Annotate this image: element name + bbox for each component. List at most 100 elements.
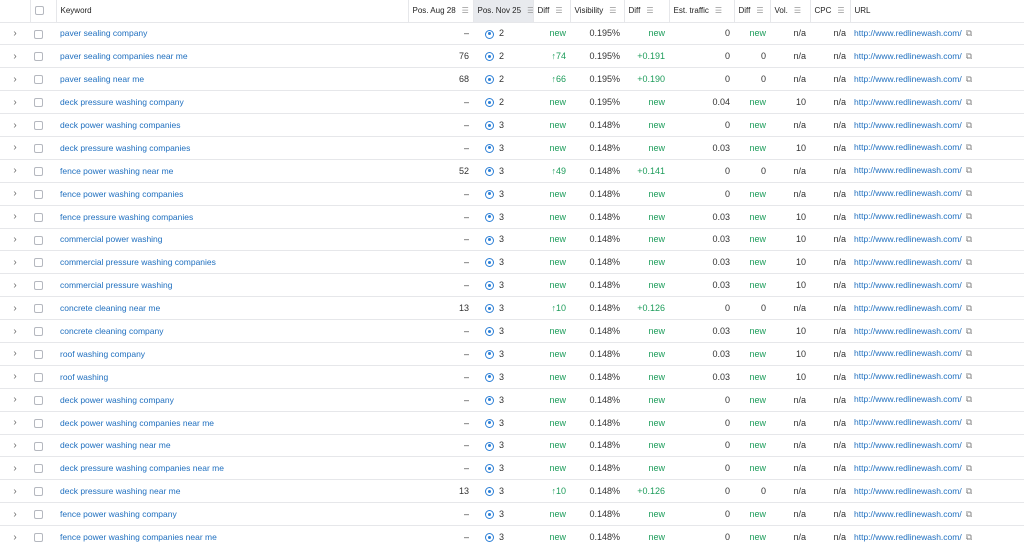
url-link[interactable]: http://www.redlinewash.com/ (854, 303, 962, 313)
url-link[interactable]: http://www.redlinewash.com/ (854, 394, 962, 404)
table-row[interactable]: › roof washing –3 new 0.148% new 0.03 new 10 n/a h… (0, 365, 1024, 389)
url-link[interactable]: http://www.redlinewash.com/ (854, 120, 962, 130)
url-link[interactable]: http://www.redlinewash.com/ (854, 257, 962, 267)
table-row[interactable]: › roof washing company –3 new 0.148% new 0.03 n… (0, 342, 1024, 366)
table-row[interactable]: › deck power washing companies –3 new 0.148%… (0, 113, 1024, 137)
external-link-icon[interactable]: ⧉ (966, 509, 972, 519)
column-traffic-diff[interactable]: Diff ☰ (734, 0, 771, 23)
sort-icon[interactable]: ☰ (555, 6, 562, 15)
sort-icon[interactable]: ☰ (756, 6, 763, 15)
table-row[interactable]: › paver sealing companies near me 76 2 ↑74 0.… (0, 44, 1024, 69)
table-row[interactable]: › deck power washing near me –3 new 0.148% ne… (0, 434, 1024, 458)
row-checkbox[interactable] (34, 98, 43, 108)
url-link[interactable]: http://www.redlinewash.com/ (854, 211, 962, 221)
chevron-right-icon[interactable]: › (0, 411, 30, 435)
row-checkbox[interactable] (34, 487, 43, 497)
table-row[interactable]: › deck pressure washing companies –3 new 0.1… (0, 136, 1024, 160)
row-checkbox[interactable] (34, 121, 43, 131)
table-row[interactable]: › commercial pressure washing –3 new 0.148% n… (0, 273, 1024, 298)
column-cpc[interactable]: CPC ☰ (810, 0, 851, 23)
chevron-right-icon[interactable]: › (0, 502, 30, 527)
row-checkbox-cell[interactable] (30, 205, 56, 229)
external-link-icon[interactable]: ⧉ (966, 532, 972, 542)
chevron-right-icon[interactable]: › (0, 273, 30, 298)
row-checkbox-cell[interactable] (30, 479, 56, 504)
select-all-header[interactable] (30, 0, 57, 23)
keyword-link[interactable]: roof washing (60, 372, 108, 382)
row-checkbox[interactable] (34, 372, 43, 382)
table-row[interactable]: › deck pressure washing near me 13 3 ↑10 0.14… (0, 479, 1024, 504)
keyword-link[interactable]: fence power washing companies near me (60, 532, 217, 542)
table-row[interactable]: › fence power washing companies near me – 3… (0, 525, 1024, 544)
row-checkbox-cell[interactable] (30, 273, 56, 298)
url-link[interactable]: http://www.redlinewash.com/ (854, 440, 962, 450)
row-checkbox-cell[interactable] (30, 228, 56, 252)
row-checkbox-cell[interactable] (30, 456, 56, 481)
column-volume[interactable]: Vol. ☰ (770, 0, 811, 23)
row-checkbox[interactable] (34, 166, 43, 176)
chevron-right-icon[interactable]: › (0, 205, 30, 229)
sort-icon[interactable]: ☰ (462, 6, 469, 15)
table-row[interactable]: › deck pressure washing company –2 new 0.195… (0, 90, 1024, 115)
row-checkbox-cell[interactable] (30, 22, 56, 46)
row-checkbox-cell[interactable] (30, 525, 56, 544)
url-link[interactable]: http://www.redlinewash.com/ (854, 326, 962, 336)
chevron-right-icon[interactable]: › (0, 388, 30, 412)
chevron-right-icon[interactable]: › (0, 67, 30, 92)
row-checkbox[interactable] (34, 510, 43, 520)
sort-icon[interactable]: ☰ (715, 6, 722, 15)
keyword-link[interactable]: paver sealing near me (60, 74, 144, 84)
sort-icon[interactable]: ☰ (609, 6, 616, 15)
external-link-icon[interactable]: ⧉ (966, 280, 972, 290)
external-link-icon[interactable]: ⧉ (966, 257, 972, 267)
chevron-right-icon[interactable]: › (0, 434, 30, 458)
row-checkbox-cell[interactable] (30, 90, 56, 115)
table-row[interactable]: › paver sealing near me 68 2 ↑66 0.195% +0.190… (0, 67, 1024, 92)
chevron-right-icon[interactable]: › (0, 365, 30, 389)
column-pos-nov[interactable]: Pos. Nov 25☰ (473, 0, 534, 23)
chevron-right-icon[interactable]: › (0, 342, 30, 366)
url-link[interactable]: http://www.redlinewash.com/ (854, 417, 962, 427)
table-row[interactable]: › deck power washing company –3 new 0.148% ne… (0, 388, 1024, 412)
row-checkbox-cell[interactable] (30, 319, 56, 343)
keyword-link[interactable]: deck pressure washing companies near me (60, 463, 224, 473)
url-link[interactable]: http://www.redlinewash.com/ (854, 97, 962, 107)
row-checkbox[interactable] (34, 349, 43, 359)
row-checkbox[interactable] (34, 395, 43, 405)
table-row[interactable]: › concrete cleaning near me 13 3 ↑10 0.148% +0… (0, 296, 1024, 321)
keyword-link[interactable]: deck power washing companies (60, 120, 180, 130)
row-checkbox-cell[interactable] (30, 388, 56, 412)
row-checkbox[interactable] (34, 418, 43, 428)
sort-icon[interactable]: ☰ (527, 6, 532, 15)
table-row[interactable]: › commercial power washing –3 new 0.148% new 0… (0, 228, 1024, 252)
chevron-right-icon[interactable]: › (0, 44, 30, 69)
keyword-link[interactable]: fence power washing companies (60, 189, 183, 199)
chevron-right-icon[interactable]: › (0, 250, 30, 275)
url-link[interactable]: http://www.redlinewash.com/ (854, 371, 962, 381)
table-row[interactable]: › fence pressure washing companies –3 new 0.… (0, 205, 1024, 229)
chevron-right-icon[interactable]: › (0, 90, 30, 115)
external-link-icon[interactable]: ⧉ (966, 440, 972, 450)
row-checkbox[interactable] (34, 441, 43, 451)
keyword-link[interactable]: deck power washing companies near me (60, 418, 214, 428)
url-link[interactable]: http://www.redlinewash.com/ (854, 51, 962, 61)
row-checkbox[interactable] (34, 258, 43, 268)
url-link[interactable]: http://www.redlinewash.com/ (854, 188, 962, 198)
row-checkbox[interactable] (34, 189, 43, 199)
keyword-link[interactable]: commercial pressure washing companies (60, 257, 216, 267)
url-link[interactable]: http://www.redlinewash.com/ (854, 165, 962, 175)
column-url[interactable]: URL (850, 0, 1024, 23)
keyword-link[interactable]: deck power washing company (60, 395, 174, 405)
column-diff[interactable]: Diff ☰ (533, 0, 571, 23)
chevron-right-icon[interactable]: › (0, 159, 30, 183)
external-link-icon[interactable]: ⧉ (966, 165, 972, 175)
external-link-icon[interactable]: ⧉ (966, 348, 972, 358)
chevron-right-icon[interactable]: › (0, 296, 30, 321)
chevron-right-icon[interactable]: › (0, 319, 30, 343)
url-link[interactable]: http://www.redlinewash.com/ (854, 463, 962, 473)
keyword-link[interactable]: fence power washing near me (60, 166, 173, 176)
url-link[interactable]: http://www.redlinewash.com/ (854, 280, 962, 290)
table-row[interactable]: › deck pressure washing companies near me… (0, 456, 1024, 481)
keyword-link[interactable]: deck pressure washing companies (60, 143, 190, 153)
row-checkbox[interactable] (34, 281, 43, 291)
